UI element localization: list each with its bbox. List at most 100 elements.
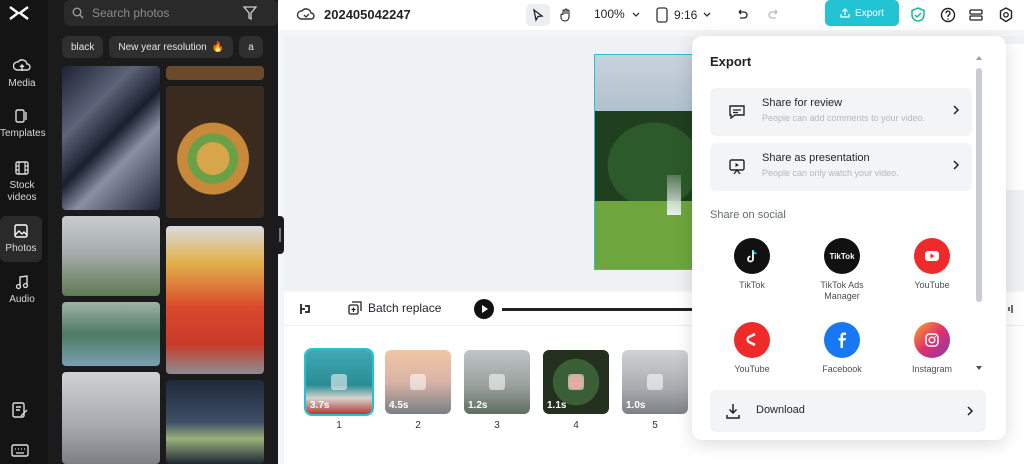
timeline-clip[interactable]: 1.1s xyxy=(543,350,609,414)
chevron-down-icon xyxy=(703,12,711,17)
social-list-fade xyxy=(692,374,992,388)
photo-thumbnail-tacos[interactable] xyxy=(166,86,264,218)
undo-button[interactable] xyxy=(730,4,754,26)
youtube-icon xyxy=(914,238,950,274)
clip-number: 3 xyxy=(494,420,500,431)
timeline-clip[interactable]: 1.0s xyxy=(622,350,688,414)
rail-item-stock-videos[interactable]: Stock videos xyxy=(0,160,44,204)
rail-item-label: Audio xyxy=(9,294,35,305)
capcut-logo-icon[interactable] xyxy=(8,4,30,22)
rail-item-audio[interactable]: Audio xyxy=(0,274,44,306)
help-button[interactable] xyxy=(936,4,960,26)
image-icon xyxy=(14,224,28,238)
phone-ratio-icon xyxy=(656,7,668,23)
download-option[interactable]: Download xyxy=(710,390,986,432)
photo-thumbnail-foggy-forest[interactable] xyxy=(62,372,160,464)
photo-thumbnail-cosplay[interactable] xyxy=(166,226,264,374)
left-rail: Media Templates Stock videos Photos Audi… xyxy=(0,0,48,464)
select-tool-button[interactable] xyxy=(526,4,550,26)
social-facebook[interactable]: Facebook xyxy=(802,322,882,375)
tiktok-icon xyxy=(734,238,770,274)
clip-number: 5 xyxy=(652,420,658,431)
photo-thumbnail-food-top[interactable] xyxy=(166,66,264,80)
share-on-social-heading: Share on social xyxy=(710,209,786,221)
photo-thumbnail-money-man[interactable] xyxy=(166,380,264,464)
batch-replace-icon xyxy=(348,301,362,315)
film-icon xyxy=(15,161,29,175)
playback-track[interactable] xyxy=(502,308,692,311)
clip-number: 4 xyxy=(573,420,579,431)
search-input[interactable] xyxy=(92,6,242,20)
rail-item-label: Photos xyxy=(5,243,37,254)
shield-button[interactable] xyxy=(906,4,930,26)
chevron-right-icon xyxy=(953,105,960,115)
photo-thumbnail-bridge[interactable] xyxy=(62,302,160,366)
rail-item-media[interactable]: Media xyxy=(0,58,44,90)
pencil-icon[interactable] xyxy=(331,374,347,390)
export-button[interactable]: Export xyxy=(825,0,899,26)
cloud-upload-icon xyxy=(13,59,31,71)
help-circle-icon xyxy=(940,7,956,23)
social-youtube[interactable]: YouTube xyxy=(892,238,972,291)
play-button[interactable] xyxy=(474,299,494,319)
chip-new-year-resolution[interactable]: New year resolution 🔥 xyxy=(109,36,234,58)
swap-icon[interactable] xyxy=(568,374,584,390)
timeline-clip[interactable]: 4.5s xyxy=(385,350,451,414)
chevron-right-icon xyxy=(953,160,960,170)
rail-item-label: Stock videos xyxy=(7,180,37,203)
pencil-icon[interactable] xyxy=(410,374,426,390)
rail-item-photos[interactable]: Photos xyxy=(0,216,42,262)
project-title[interactable]: 202405042247 xyxy=(324,7,411,22)
keyboard-icon[interactable] xyxy=(10,440,30,460)
export-panel-scrollbar[interactable] xyxy=(974,54,984,374)
pencil-icon[interactable] xyxy=(489,374,505,390)
redo-button[interactable] xyxy=(762,4,786,26)
upload-icon xyxy=(840,8,850,18)
edit-document-icon[interactable] xyxy=(10,400,30,420)
video-preview[interactable] xyxy=(594,54,694,270)
music-note-icon xyxy=(15,275,29,290)
social-tiktok-ads-manager[interactable]: TikTok TikTok Ads Manager xyxy=(802,238,882,302)
rail-item-label: Media xyxy=(8,78,36,89)
redo-icon xyxy=(768,9,778,19)
chevron-right-icon xyxy=(967,406,974,416)
batch-replace-button[interactable]: Batch replace xyxy=(348,301,441,315)
download-icon xyxy=(726,404,740,419)
fire-icon: 🔥 xyxy=(211,41,225,53)
social-tiktok[interactable]: TikTok xyxy=(712,238,792,291)
settings-button[interactable] xyxy=(994,4,1018,26)
photo-thumbnail-monastery[interactable] xyxy=(62,216,160,296)
aspect-ratio-dropdown[interactable]: 9:16 xyxy=(656,4,711,26)
scrollbar-thumb[interactable] xyxy=(976,68,982,302)
rail-item-label: Templates xyxy=(0,128,46,139)
hand-tool-button[interactable] xyxy=(554,4,578,26)
filter-button[interactable] xyxy=(236,0,264,26)
undo-icon xyxy=(738,9,748,19)
social-instagram[interactable]: Instagram xyxy=(892,322,972,375)
tiktok-business-icon: TikTok xyxy=(824,238,860,274)
social-youtube-shorts[interactable]: YouTube xyxy=(712,322,792,375)
photo-thumbnail-dark-silk[interactable] xyxy=(62,66,160,210)
panel-collapse-handle[interactable] xyxy=(276,216,284,254)
zoom-dropdown[interactable]: 100% xyxy=(594,7,640,21)
preview-fountain xyxy=(667,175,681,215)
presentation-icon xyxy=(729,159,745,175)
templates-icon xyxy=(15,109,27,123)
split-icon[interactable] xyxy=(298,302,312,316)
gear-icon xyxy=(999,7,1013,23)
scroll-up-icon xyxy=(976,56,982,60)
pencil-icon[interactable] xyxy=(647,374,663,390)
export-panel-title: Export xyxy=(710,54,752,69)
facebook-icon xyxy=(824,322,860,358)
timeline-clip[interactable]: 1.2s xyxy=(464,350,530,414)
share-as-presentation-option[interactable]: Share as presentation People can only wa… xyxy=(710,143,972,191)
layers-button[interactable] xyxy=(964,4,988,26)
cloud-sync-icon[interactable] xyxy=(294,4,318,26)
rail-item-templates[interactable]: Templates xyxy=(0,108,46,140)
chip-more[interactable]: a xyxy=(239,36,263,58)
timeline-clip[interactable]: 3.7s xyxy=(304,348,374,416)
clip-number: 1 xyxy=(336,420,342,431)
share-for-review-option[interactable]: Share for review People can add comments… xyxy=(710,88,972,136)
chip-black[interactable]: black xyxy=(62,36,104,58)
filter-icon xyxy=(242,6,258,21)
